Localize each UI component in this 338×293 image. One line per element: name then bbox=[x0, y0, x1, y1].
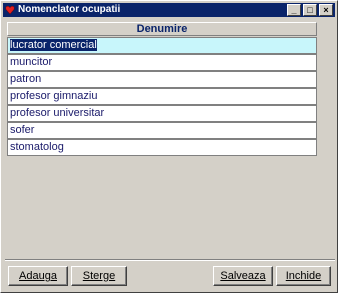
column-header-denumire[interactable]: Denumire bbox=[7, 22, 317, 36]
save-button-label: Salveaza bbox=[220, 270, 266, 282]
row-label: stomatolog bbox=[10, 141, 64, 153]
minimize-icon: _ bbox=[291, 5, 297, 15]
title-bar[interactable]: Nomenclator ocupatii _ □ × bbox=[3, 3, 335, 17]
maximize-icon: □ bbox=[307, 5, 313, 15]
add-button[interactable]: Adauga bbox=[8, 266, 68, 286]
table-row[interactable]: patron bbox=[7, 71, 317, 88]
close-button-label: Inchide bbox=[285, 270, 322, 282]
footer-divider bbox=[5, 259, 335, 261]
delete-button-label: Sterge bbox=[82, 270, 116, 282]
close-icon: × bbox=[323, 5, 329, 15]
row-label: lucrator comercial bbox=[10, 39, 97, 51]
minimize-button[interactable]: _ bbox=[287, 4, 301, 16]
table-row[interactable]: sofer bbox=[7, 122, 317, 139]
occupations-window: Nomenclator ocupatii _ □ × Denumire lucr… bbox=[0, 0, 338, 293]
table-row[interactable]: profesor gimnaziu bbox=[7, 88, 317, 105]
delete-button[interactable]: Sterge bbox=[71, 266, 127, 286]
row-label: muncitor bbox=[10, 56, 53, 68]
table-row[interactable]: stomatolog bbox=[7, 139, 317, 156]
maximize-button[interactable]: □ bbox=[303, 4, 317, 16]
close-button[interactable]: Inchide bbox=[276, 266, 331, 286]
heart-icon bbox=[5, 5, 15, 15]
close-window-button[interactable]: × bbox=[319, 4, 333, 16]
row-label: patron bbox=[10, 73, 42, 85]
table-row[interactable]: lucrator comercial bbox=[7, 37, 317, 54]
add-button-label: Adauga bbox=[19, 270, 57, 282]
row-label: profesor universitar bbox=[10, 107, 105, 119]
row-label: sofer bbox=[10, 124, 35, 136]
occupations-grid: Denumire lucrator comercial muncitor pat… bbox=[7, 22, 317, 157]
table-row[interactable]: muncitor bbox=[7, 54, 317, 71]
window-title: Nomenclator ocupatii bbox=[18, 4, 121, 15]
row-label: profesor gimnaziu bbox=[10, 90, 98, 102]
save-button[interactable]: Salveaza bbox=[213, 266, 273, 286]
table-row[interactable]: profesor universitar bbox=[7, 105, 317, 122]
